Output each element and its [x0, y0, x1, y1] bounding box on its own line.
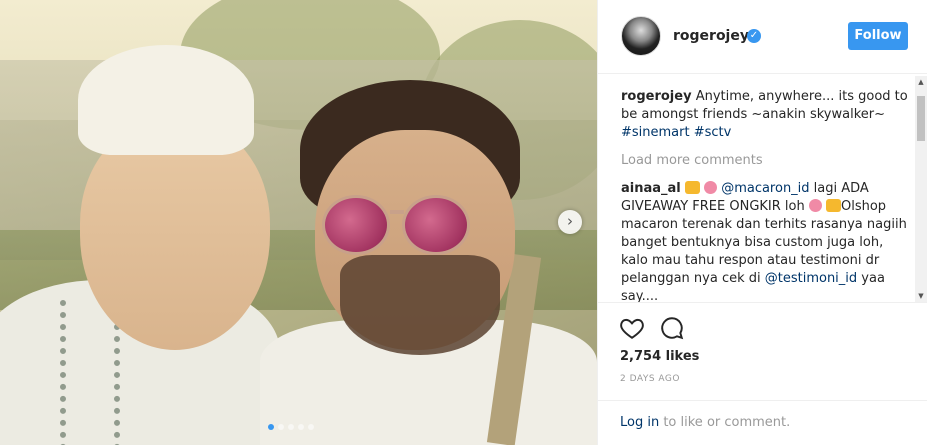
carousel-dot	[308, 424, 314, 430]
post-photo[interactable]: ›	[0, 0, 597, 445]
login-prompt: Log in to like or comment.	[597, 400, 927, 445]
pointing-hand-emoji-icon	[826, 199, 841, 212]
login-link[interactable]: Log in	[620, 415, 659, 430]
post-date: 2 DAYS AGO	[620, 374, 680, 384]
follow-button[interactable]: Follow	[848, 22, 908, 50]
person-right-beard	[340, 255, 500, 355]
sunglasses-right-lens	[402, 195, 470, 255]
mention-link[interactable]: @testimoni_id	[765, 271, 857, 286]
pointing-hand-emoji-icon	[684, 181, 700, 194]
sunglasses-left-lens	[322, 195, 390, 255]
comments-scrollbar[interactable]: ▲ ▼	[915, 76, 927, 302]
scroll-down-arrow-icon[interactable]: ▼	[915, 290, 927, 302]
carousel-dot	[268, 424, 274, 430]
person-left-cap	[78, 45, 254, 155]
flower-emoji-icon	[808, 199, 822, 212]
avatar[interactable]	[621, 16, 661, 56]
carousel-dots	[268, 424, 314, 430]
mention-link[interactable]: @macaron_id	[721, 181, 809, 196]
heart-icon[interactable]	[619, 315, 645, 341]
caption-username[interactable]: rogerojey	[621, 89, 692, 104]
hashtag-link[interactable]: #sinemart	[621, 125, 690, 140]
comment-item: ainaa_al @macaron_id lagi ADA GIVEAWAY F…	[621, 180, 913, 306]
username-link[interactable]: rogerojey	[673, 28, 749, 44]
caption: rogerojey Anytime, anywhere... its good …	[621, 88, 913, 142]
post-header: rogerojey ✓ Follow	[598, 0, 927, 74]
post-actions: 2,754 likes 2 DAYS AGO Log in to like or…	[597, 302, 927, 445]
hashtag-link[interactable]: #sctv	[694, 125, 732, 140]
comment-username[interactable]: ainaa_al	[621, 181, 681, 196]
carousel-dot	[278, 424, 284, 430]
comments-list: rogerojey Anytime, anywhere... its good …	[621, 88, 913, 316]
comment-bubble-icon[interactable]	[659, 315, 685, 341]
chevron-right-icon[interactable]: ›	[558, 210, 582, 234]
likes-count[interactable]: 2,754 likes	[620, 349, 699, 364]
load-more-comments[interactable]: Load more comments	[621, 152, 913, 170]
login-prompt-text: to like or comment.	[659, 415, 791, 430]
carousel-dot	[288, 424, 294, 430]
verified-badge-icon: ✓	[747, 29, 761, 43]
person-left-shirt-trim	[60, 300, 120, 445]
sunglasses-bridge	[390, 210, 404, 214]
flower-emoji-icon	[704, 181, 718, 194]
carousel-dot	[298, 424, 304, 430]
scroll-up-arrow-icon[interactable]: ▲	[915, 76, 927, 88]
scroll-thumb[interactable]	[917, 96, 925, 141]
